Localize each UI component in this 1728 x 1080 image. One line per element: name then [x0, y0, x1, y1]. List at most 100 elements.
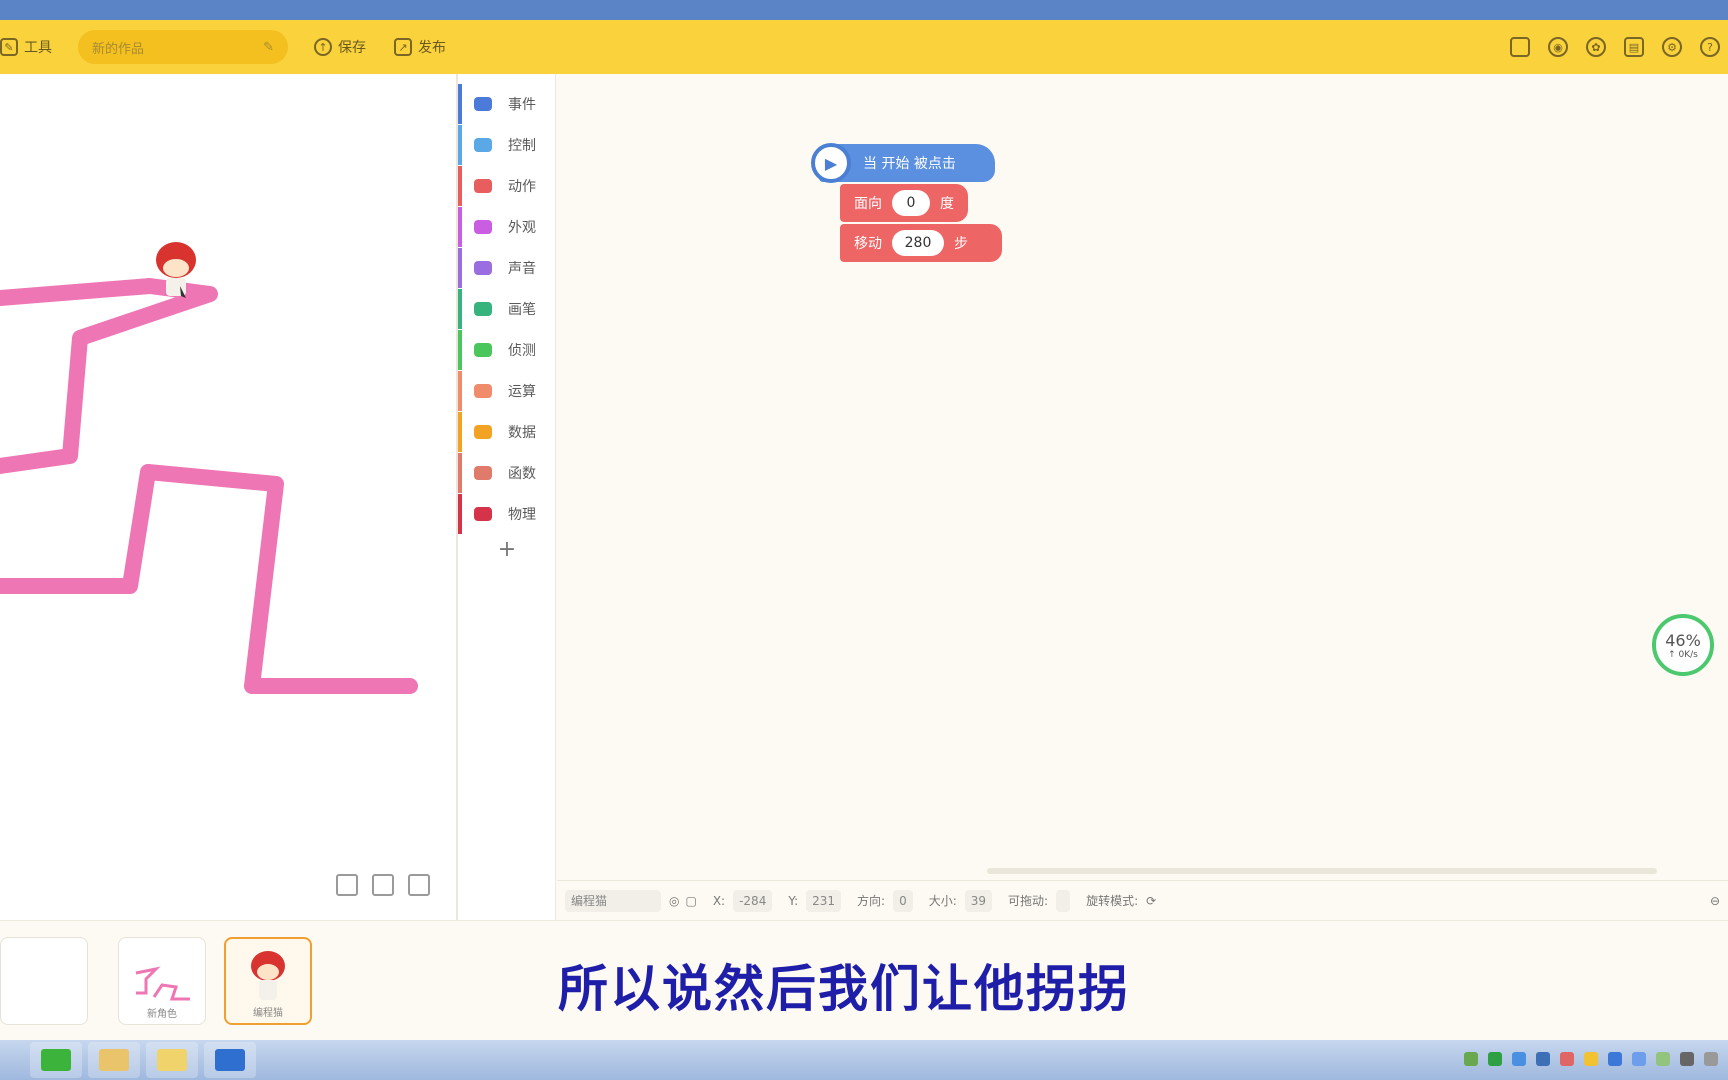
tray-icon[interactable]: [1488, 1052, 1502, 1066]
taskbar-app-explorer[interactable]: [88, 1042, 140, 1078]
add-extension-button[interactable]: +: [458, 534, 556, 564]
fullscreen-icon[interactable]: [372, 874, 394, 896]
category-label: 外观: [508, 220, 536, 236]
category-physics[interactable]: 物理: [458, 494, 556, 534]
sprite-label: 新角色: [147, 1009, 177, 1020]
face-prefix: 面向: [854, 196, 882, 212]
sprite-name-field[interactable]: 编程猫: [565, 889, 661, 912]
network-icon[interactable]: [1704, 1052, 1718, 1066]
sprite-tile-new-role[interactable]: 新角色: [118, 937, 206, 1025]
events-icon: [474, 97, 492, 111]
face-value-input[interactable]: 0: [892, 190, 930, 216]
fx-icon: [474, 466, 492, 480]
gear-icon[interactable]: ⚙: [1662, 37, 1682, 57]
play-icon: ▶: [811, 143, 851, 183]
when-start-clicked-block[interactable]: ▶ 当 开始 被点击: [811, 143, 995, 183]
size-label: 大小:: [928, 894, 957, 908]
tray-icon[interactable]: [1656, 1052, 1670, 1066]
zoom-out-icon[interactable]: ⊖: [1710, 894, 1720, 908]
project-title: 新的作品: [92, 41, 145, 57]
shirt-icon: [474, 220, 492, 234]
help-icon[interactable]: ?: [1700, 37, 1720, 57]
x-label: X:: [712, 893, 726, 908]
category-sensing[interactable]: 侦测: [458, 330, 556, 370]
stage-canvas[interactable]: [0, 74, 458, 920]
taskbar-app-recorder[interactable]: [204, 1042, 256, 1078]
publish-button[interactable]: ↗ 发布: [394, 20, 446, 74]
stage-tools: [336, 874, 430, 896]
code-workspace[interactable]: ▶ 当 开始 被点击 面向 0 度 移动 280 步 46% ↑ 0K/s: [557, 74, 1728, 920]
category-operators[interactable]: 运算: [458, 371, 556, 411]
category-sound[interactable]: 声音: [458, 248, 556, 288]
category-functions[interactable]: 函数: [458, 453, 556, 493]
draggable-label: 可拖动:: [1008, 894, 1049, 908]
tray-icon[interactable]: [1512, 1052, 1526, 1066]
move-steps-block[interactable]: 移动 280 步: [840, 224, 1002, 262]
category-label: 动作: [508, 179, 536, 195]
folder-icon: [99, 1049, 129, 1071]
move-value-input[interactable]: 280: [892, 230, 944, 256]
microphone-icon: [474, 261, 492, 275]
calculator-icon: [474, 384, 492, 398]
volume-icon[interactable]: [1680, 1052, 1694, 1066]
grid-icon[interactable]: [408, 874, 430, 896]
project-title-input[interactable]: 新的作品 ✎: [78, 30, 288, 64]
tray-icon[interactable]: [1464, 1052, 1478, 1066]
bar-chart-icon: [474, 425, 492, 439]
phone-icon[interactable]: [1510, 37, 1530, 57]
category-label: 运算: [508, 384, 536, 400]
app-icon: [157, 1049, 187, 1071]
draggable-checkbox[interactable]: [1056, 889, 1071, 912]
category-control[interactable]: 控制: [458, 125, 556, 165]
rotation-mode-label: 旋转模式:: [1086, 894, 1139, 908]
sprite-tray: 新角色 编程猫 所以说然后我们让他拐拐: [0, 920, 1728, 1040]
tray-icon[interactable]: [1584, 1052, 1598, 1066]
visibility-eye-icon[interactable]: ◎: [669, 894, 679, 908]
size-field[interactable]: 39: [964, 889, 993, 912]
tools-label: 工具: [24, 40, 52, 56]
save-label: 保存: [338, 40, 366, 56]
motion-icon: [474, 179, 492, 193]
sprite-label: 编程猫: [253, 1008, 283, 1019]
window-top-strip: [0, 0, 1728, 20]
share-icon[interactable]: ✿: [1586, 37, 1606, 57]
taskbar-app-iqiyi[interactable]: [30, 1042, 82, 1078]
sprite-properties-bar: 编程猫 ◎ ▢ X: -284 Y: 231 方向: 0 大小: 39 可拖动:…: [557, 880, 1728, 920]
category-label: 物理: [508, 507, 536, 523]
preview-icon[interactable]: ◉: [1548, 37, 1568, 57]
tray-icon[interactable]: [1560, 1052, 1574, 1066]
device-select-icon[interactable]: [336, 874, 358, 896]
y-label: Y:: [788, 893, 799, 908]
category-label: 侦测: [508, 343, 536, 359]
direction-label: 方向:: [857, 894, 886, 908]
category-label: 事件: [508, 97, 536, 113]
tray-icon[interactable]: [1536, 1052, 1550, 1066]
system-tray: [1464, 1052, 1718, 1066]
category-events[interactable]: 事件: [458, 84, 556, 124]
print-icon[interactable]: ▤: [1624, 37, 1644, 57]
tray-icon[interactable]: [1608, 1052, 1622, 1066]
tray-icon[interactable]: [1632, 1052, 1646, 1066]
publish-icon: ↗: [394, 38, 412, 56]
direction-field[interactable]: 0: [893, 889, 913, 912]
category-label: 画笔: [508, 302, 536, 318]
plus-icon: +: [497, 536, 517, 562]
lock-icon[interactable]: ▢: [685, 894, 696, 908]
category-data[interactable]: 数据: [458, 412, 556, 452]
save-button[interactable]: ↑ 保存: [314, 20, 366, 74]
os-taskbar: [0, 1040, 1728, 1080]
horizontal-scrollbar[interactable]: [987, 868, 1657, 874]
sprite-tile-background[interactable]: [0, 937, 88, 1025]
category-motion[interactable]: 动作: [458, 166, 556, 206]
category-pen[interactable]: 画笔: [458, 289, 556, 329]
y-field[interactable]: 231: [806, 889, 842, 912]
face-direction-block[interactable]: 面向 0 度: [840, 184, 968, 222]
taskbar-app-coding[interactable]: [146, 1042, 198, 1078]
tools-menu[interactable]: ✎ 工具: [0, 20, 52, 74]
x-field[interactable]: -284: [733, 889, 773, 912]
pen-icon: [474, 302, 492, 316]
sprite-tile-coding-cat[interactable]: 编程猫: [224, 937, 312, 1025]
category-looks[interactable]: 外观: [458, 207, 556, 247]
rotation-mode-icon[interactable]: ⟳: [1146, 894, 1156, 908]
magnet-icon: [474, 507, 492, 521]
